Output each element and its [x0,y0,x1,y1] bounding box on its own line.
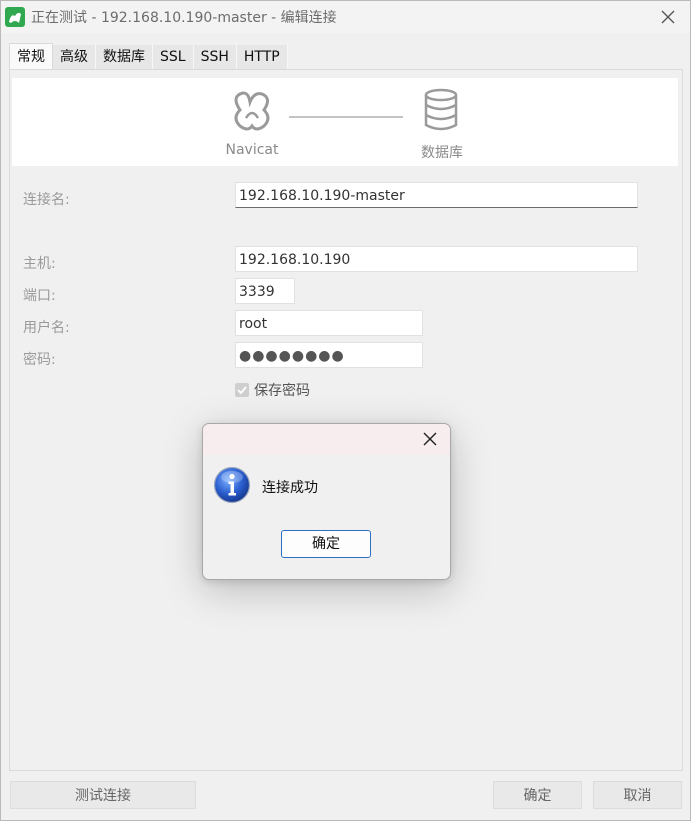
connection-line [289,116,403,118]
port-field[interactable]: 3339 [235,278,295,304]
save-password-label: 保存密码 [254,383,310,399]
save-password-option[interactable]: 保存密码 [235,380,310,400]
edit-connection-window: 正在测试 - 192.168.10.190-master - 编辑连接 常规 高… [0,0,691,821]
password-label: 密码: [23,352,56,368]
tab-ssl[interactable]: SSL [153,45,194,69]
cancel-button[interactable]: 取消 [593,781,682,809]
tab-strip: 常规 高级 数据库 SSL SSH HTTP [9,43,288,70]
username-label: 用户名: [23,320,70,336]
tab-general[interactable]: 常规 [9,43,53,70]
host-field[interactable]: 192.168.10.190 [235,246,638,272]
dialog-message: 连接成功 [262,480,318,496]
checkmark-icon [237,386,247,395]
connection-diagram: Navicat 数据库 [12,78,678,166]
navicat-icon [234,91,270,131]
database-label: 数据库 [421,145,463,161]
save-password-checkbox[interactable] [235,383,249,397]
username-field[interactable]: root [235,310,423,336]
title-bar[interactable]: 正在测试 - 192.168.10.190-master - 编辑连接 [1,1,690,33]
tab-database[interactable]: 数据库 [96,45,153,69]
tab-advanced[interactable]: 高级 [53,45,96,69]
window-close-icon[interactable] [656,5,680,29]
database-icon [424,88,458,131]
navicat-app-icon [5,7,25,27]
port-label: 端口: [23,288,56,304]
dialog-ok-button[interactable]: 确定 [281,530,371,558]
dialog-title-bar[interactable] [203,424,450,455]
tab-http[interactable]: HTTP [236,45,288,69]
general-panel: Navicat 数据库 连接名: 192.168.10.190-master 主… [9,69,683,771]
connection-success-dialog: 连接成功 确定 [202,423,451,580]
info-icon [213,466,251,504]
host-label: 主机: [23,256,56,272]
connection-name-field[interactable]: 192.168.10.190-master [235,182,638,208]
test-connection-button[interactable]: 测试连接 [10,781,196,809]
dialog-close-icon[interactable] [422,431,438,447]
connection-name-label: 连接名: [23,192,70,208]
window-title: 正在测试 - 192.168.10.190-master - 编辑连接 [31,10,337,26]
navicat-label: Navicat [225,142,279,158]
password-field[interactable]: ●●●●●●●● [235,342,423,368]
tab-ssh[interactable]: SSH [193,45,237,69]
ok-button[interactable]: 确定 [493,781,582,809]
